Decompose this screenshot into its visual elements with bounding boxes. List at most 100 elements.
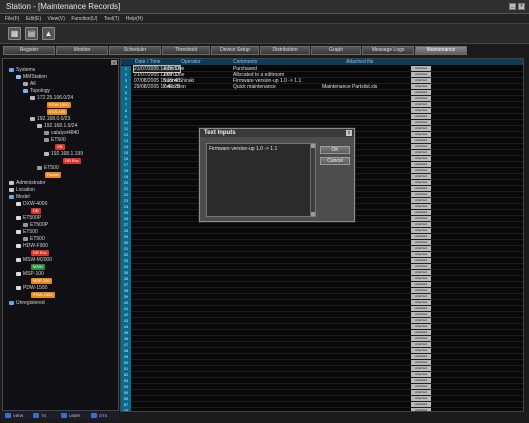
tree-node-all[interactable]: All xyxy=(23,81,36,87)
attach-file-button[interactable]: Attached xyxy=(411,180,431,185)
attach-file-button[interactable]: Attached xyxy=(411,102,431,107)
attach-file-button[interactable]: Attached xyxy=(411,300,431,305)
attach-file-button[interactable]: Attached xyxy=(411,348,431,353)
attach-file-button[interactable]: Attached xyxy=(411,312,431,317)
tree-node-device[interactable]: ET500 xyxy=(23,236,45,242)
ts-tab[interactable]: TS xyxy=(32,412,46,419)
tree-node-network[interactable]: 172.25.106.0/24 xyxy=(30,95,73,101)
attach-file-button[interactable]: Attached xyxy=(411,90,431,95)
column-header-operator[interactable]: Operator xyxy=(181,59,201,65)
user-tab[interactable]: USER xyxy=(60,412,80,419)
attach-file-button[interactable]: Attached xyxy=(411,150,431,155)
tab-threshold[interactable]: Threshold xyxy=(162,46,210,55)
comment-textarea[interactable]: Firmware version-up 1.0 -> 1.1 xyxy=(206,143,316,217)
device-badge-dr-enc[interactable]: DR Enc xyxy=(63,158,81,164)
vertical-scrollbar[interactable] xyxy=(524,58,528,412)
ok-button[interactable]: OK xyxy=(320,146,350,154)
attach-file-button[interactable]: Attached xyxy=(411,360,431,365)
attach-file-button[interactable]: Attached xyxy=(411,330,431,335)
attach-file-button[interactable]: Attached xyxy=(411,324,431,329)
tree-node-device[interactable]: ET500P xyxy=(23,222,48,228)
attach-file-button[interactable]: Attached xyxy=(411,162,431,167)
table-row[interactable]: 58 Attached xyxy=(121,408,523,411)
menu-function[interactable]: Function(U) xyxy=(71,16,97,22)
attach-file-button[interactable]: Attached xyxy=(411,366,431,371)
tree-node-model-group[interactable]: HDW-F900 xyxy=(16,243,48,249)
tab-scheduler[interactable]: Scheduler xyxy=(109,46,161,55)
otx-tab[interactable]: OTX xyxy=(90,412,107,419)
tree-node-model-group[interactable]: PDW-1500 xyxy=(16,285,47,291)
attach-file-button[interactable]: Attached xyxy=(411,408,431,411)
attach-file-button[interactable]: Attached xyxy=(411,126,431,131)
attach-file-button[interactable]: Attached xyxy=(411,318,431,323)
attach-file-button[interactable]: Attached xyxy=(411,234,431,239)
attach-file-button[interactable]: Attached xyxy=(411,390,431,395)
device-badge-dr-enc[interactable]: DR Enc xyxy=(31,250,49,256)
attach-file-button[interactable]: Attached xyxy=(411,306,431,311)
tree-node-mmstation[interactable]: MMStation xyxy=(16,74,47,80)
attach-file-button[interactable]: Attached xyxy=(411,288,431,293)
tab-monitor[interactable]: Monitor xyxy=(56,46,108,55)
attach-file-button[interactable]: Attached xyxy=(411,114,431,119)
tree-node-model[interactable]: Model xyxy=(9,194,30,200)
attach-file-button[interactable]: Attached xyxy=(411,336,431,341)
attach-file-button[interactable]: Attached xyxy=(411,156,431,161)
attach-file-button[interactable]: Attached xyxy=(411,186,431,191)
device-badge-ecs[interactable]: ECS-100 xyxy=(47,109,68,115)
attach-file-button[interactable]: Attached xyxy=(411,210,431,215)
tree-node-administrator[interactable]: Administrator xyxy=(9,180,45,186)
attach-file-button[interactable]: Attached xyxy=(411,138,431,143)
scroll-down-icon[interactable] xyxy=(311,212,315,216)
attach-file-button[interactable]: Attached xyxy=(411,384,431,389)
attach-file-button[interactable]: Attached xyxy=(411,168,431,173)
attach-file-button[interactable]: Attached xyxy=(411,270,431,275)
tree-node-model-group[interactable]: ET500P xyxy=(16,215,41,221)
folder-icon[interactable]: ▤ xyxy=(25,27,38,40)
attach-file-button[interactable]: Attached xyxy=(411,294,431,299)
attach-file-button[interactable]: Attached xyxy=(411,120,431,125)
attach-file-button[interactable]: Attached xyxy=(411,204,431,209)
tree-node-systems[interactable]: Systems xyxy=(9,67,35,73)
attach-file-button[interactable]: Attached xyxy=(411,84,431,89)
network-icon[interactable]: ▲ xyxy=(42,27,55,40)
tab-device-setup[interactable]: Device Setup xyxy=(211,46,259,55)
close-panel-icon[interactable]: x xyxy=(111,60,117,65)
tab-distribution[interactable]: Distribution xyxy=(260,46,310,55)
device-badge-db[interactable]: DB xyxy=(31,208,41,214)
menu-tool[interactable]: Tool(T) xyxy=(104,16,120,22)
device-badge-db[interactable]: DB xyxy=(55,144,65,150)
attach-file-button[interactable]: Attached xyxy=(411,228,431,233)
tree-node-model-group[interactable]: DXW-4000 xyxy=(16,201,47,207)
tree-node-model-group[interactable]: MSP-100 xyxy=(16,271,44,277)
attach-file-button[interactable]: Attached xyxy=(411,246,431,251)
attach-file-button[interactable]: Attached xyxy=(411,96,431,101)
attach-file-button[interactable]: Attached xyxy=(411,378,431,383)
menu-edit[interactable]: Edit(E) xyxy=(26,16,41,22)
attach-file-button[interactable]: Attached xyxy=(411,396,431,401)
tree-node-network[interactable]: 192.168.1.199 xyxy=(44,151,83,157)
attach-file-button[interactable]: Attached xyxy=(411,174,431,179)
column-header-attached[interactable]: Attached file xyxy=(346,59,374,65)
column-header-date[interactable]: Date / Time xyxy=(135,59,161,65)
device-badge-pdw[interactable]: PDW-1500 xyxy=(47,102,71,108)
menu-help[interactable]: Help(H) xyxy=(126,16,143,22)
view-tab[interactable]: VIEW xyxy=(4,412,23,419)
attach-file-button[interactable]: Attached xyxy=(411,282,431,287)
attach-file-button[interactable]: Attached xyxy=(411,108,431,113)
attach-file-button[interactable]: Attached xyxy=(411,132,431,137)
attach-file-button[interactable]: Attached xyxy=(411,258,431,263)
tree-node-model-group[interactable]: ET500 xyxy=(16,229,38,235)
attach-file-button[interactable]: Attached xyxy=(411,252,431,257)
attach-file-button[interactable]: Attached xyxy=(411,144,431,149)
close-icon[interactable]: x xyxy=(346,130,352,136)
attach-file-button[interactable]: Attached xyxy=(411,222,431,227)
attach-file-button[interactable]: Attached xyxy=(411,264,431,269)
close-window-button[interactable]: x xyxy=(518,3,525,10)
column-header-comments[interactable]: Comments xyxy=(233,59,257,65)
tab-maintenance[interactable]: Maintenance xyxy=(415,46,467,55)
tree-node-topology[interactable]: Topology xyxy=(23,88,50,94)
tree-node-device[interactable]: ET500 xyxy=(37,165,59,171)
device-badge-msw[interactable]: MSW xyxy=(31,264,45,270)
attach-file-button[interactable]: Attached xyxy=(411,192,431,197)
tree-node-switch[interactable]: catalyst4840 xyxy=(44,130,79,136)
